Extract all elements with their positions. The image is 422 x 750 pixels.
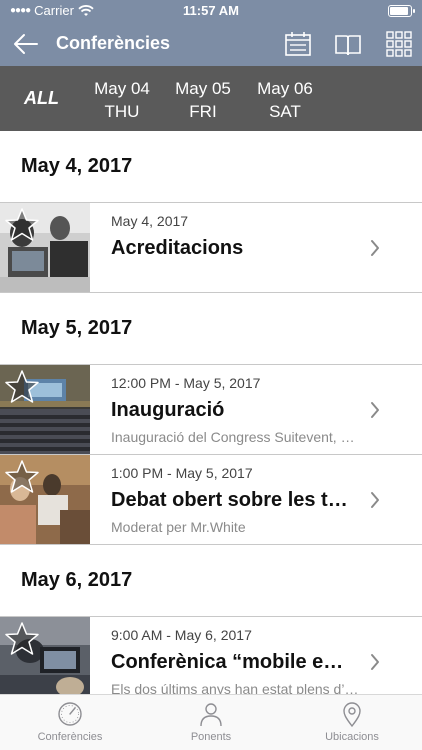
day-weekday: SAT: [269, 102, 301, 121]
event-title: Acreditacions: [111, 237, 244, 259]
location-pin-icon: [343, 702, 361, 727]
event-title: Inauguració: [111, 399, 225, 421]
event-date: May 4, 2017: [111, 213, 189, 229]
day-filter-may-06[interactable]: May 06 SAT: [250, 77, 320, 123]
day-filter-may-04[interactable]: May 04 THU: [87, 77, 157, 123]
status-bar: ●●●● Carrier 11:57 AM: [0, 0, 422, 22]
favorite-star-icon[interactable]: [4, 207, 40, 243]
event-thumbnail: [0, 617, 90, 694]
event-title: Conferènica “mobile events”: [111, 651, 351, 673]
day-date: May 05: [175, 79, 231, 98]
back-arrow-icon[interactable]: [12, 30, 40, 58]
day-date: May 04: [94, 79, 150, 98]
battery-icon: [388, 5, 415, 17]
favorite-star-icon[interactable]: [4, 621, 40, 657]
event-list[interactable]: May 4, 2017 May 4, 2017 Acreditacions Ma…: [0, 131, 422, 694]
event-thumbnail: [0, 455, 90, 544]
tab-label: Ponents: [190, 731, 232, 743]
tab-bar: Conferències Ponents Ubicacions: [0, 694, 422, 750]
tab-label: Conferències: [37, 731, 103, 743]
event-description: Moderat per Mr.White: [111, 519, 246, 535]
calendar-icon[interactable]: [284, 30, 312, 58]
event-thumbnail: [0, 203, 90, 292]
event-description: Els dos últims anys han estat plens d’es…: [111, 681, 361, 694]
list-item[interactable]: 12:00 PM - May 5, 2017 Inauguració Inaug…: [0, 365, 422, 455]
favorite-star-icon[interactable]: [4, 459, 40, 495]
tab-ponents[interactable]: Ponents: [141, 701, 281, 743]
day-weekday: THU: [104, 102, 140, 121]
tab-ubicacions[interactable]: Ubicacions: [282, 701, 422, 743]
list-item[interactable]: May 4, 2017 Acreditacions: [0, 203, 422, 293]
list-item[interactable]: 9:00 AM - May 6, 2017 Conferènica “mobil…: [0, 617, 422, 694]
clock-icon: [58, 702, 82, 726]
event-thumbnail: [0, 365, 90, 454]
list-item[interactable]: 1:00 PM - May 5, 2017 Debat obert sobre …: [0, 455, 422, 545]
chevron-right-icon: [371, 240, 379, 256]
grid-icon[interactable]: [385, 30, 413, 58]
chevron-right-icon: [371, 492, 379, 508]
event-title: Debat obert sobre les tendències: [111, 489, 351, 511]
book-icon[interactable]: [334, 30, 362, 58]
event-time: 1:00 PM - May 5, 2017: [111, 465, 253, 481]
day-date: May 06: [257, 79, 313, 98]
event-time: 12:00 PM - May 5, 2017: [111, 375, 261, 391]
section-header: May 5, 2017: [0, 293, 422, 365]
nav-bar: Conferències: [0, 22, 422, 66]
day-selector: ALL May 04 THU May 05 FRI May 06 SAT: [0, 66, 422, 131]
top-bar: ●●●● Carrier 11:57 AM Conferències: [0, 0, 422, 66]
tab-label: Ubicacions: [325, 731, 379, 743]
section-header: May 6, 2017: [0, 545, 422, 617]
day-filter-may-05[interactable]: May 05 FRI: [168, 77, 238, 123]
tab-conferencies[interactable]: Conferències: [0, 701, 140, 743]
event-description: Inauguració del Congress Suitevent, amb…: [111, 429, 361, 445]
day-weekday: FRI: [189, 102, 217, 121]
page-title: Conferències: [56, 33, 171, 53]
chevron-right-icon: [371, 402, 379, 418]
day-filter-all[interactable]: ALL: [24, 88, 59, 109]
event-time: 9:00 AM - May 6, 2017: [111, 627, 252, 643]
section-header: May 4, 2017: [0, 131, 422, 203]
person-icon: [200, 703, 222, 727]
chevron-right-icon: [371, 654, 379, 670]
favorite-star-icon[interactable]: [4, 369, 40, 405]
clock-time: 11:57 AM: [183, 3, 239, 18]
